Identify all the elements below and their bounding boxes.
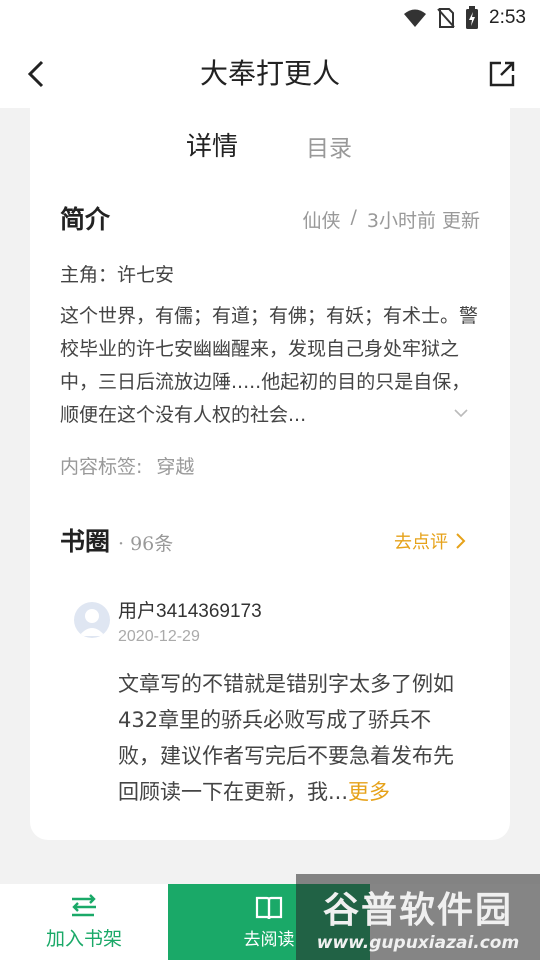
more-link[interactable]: 更多	[348, 780, 390, 804]
watermark: 谷普软件园 www.gupuxiazai.com	[296, 874, 540, 960]
update-time: 3小时前 更新	[366, 210, 480, 232]
tab-catalog[interactable]: 目录	[306, 129, 352, 163]
status-bar: 2:53	[0, 0, 540, 36]
username[interactable]: 用户3414369173	[118, 596, 262, 623]
book-category[interactable]: 仙侠	[302, 206, 340, 233]
review-button[interactable]: 去点评	[394, 528, 466, 554]
post-date: 2020-12-29	[118, 628, 200, 645]
add-shelf-icon	[72, 893, 96, 916]
no-sim-icon	[437, 8, 455, 28]
protagonist: 主角：许七安	[60, 264, 175, 286]
battery-charging-icon	[466, 6, 479, 29]
tag-item[interactable]: 穿越	[156, 452, 194, 479]
tab-details[interactable]: 详情	[186, 126, 238, 163]
watermark-url: www.gupuxiazai.com	[316, 933, 520, 953]
chevron-down-icon[interactable]	[452, 404, 470, 422]
share-icon	[489, 61, 515, 87]
comment-text[interactable]: 文章写的不错就是错别字太多了例如432章里的骄兵必败写成了骄兵不败，建议作者写完…	[118, 666, 470, 810]
intro-title: 简介	[60, 205, 111, 234]
tab-bar: 详情 目录	[30, 126, 510, 166]
synopsis[interactable]: 这个世界，有儒；有道；有佛；有妖；有术士。警校毕业的许七安幽幽醒来，发现自己身处…	[60, 300, 480, 432]
add-to-shelf-button[interactable]: 加入书架	[0, 884, 168, 960]
book-circle-header: 书圈 · 96条	[60, 522, 173, 558]
meta-separator: /	[350, 206, 357, 228]
watermark-logo-text: 谷普软件园	[322, 890, 513, 931]
avatar[interactable]	[74, 602, 110, 638]
comment-body: 文章写的不错就是错别字太多了例如432章里的骄兵必败写成了骄兵不败，建议作者写完…	[118, 672, 454, 804]
book-open-icon	[255, 896, 283, 919]
post-count: · 96条	[118, 533, 174, 555]
chevron-right-icon	[456, 533, 466, 549]
read-label: 去阅读	[243, 929, 295, 950]
app-header: 大奉打更人	[0, 36, 540, 108]
book-detail-card: 详情 目录 简介 仙侠 / 3小时前 更新 主角：许七安 这个世界，有儒；有道；…	[30, 108, 510, 840]
default-avatar-icon	[79, 609, 105, 636]
add-to-shelf-label: 加入书架	[45, 927, 122, 950]
review-label: 去点评	[394, 532, 448, 553]
wifi-icon	[404, 9, 427, 27]
tags-label: 内容标签:	[60, 456, 143, 478]
tags-row: 内容标签: 穿越	[60, 452, 194, 479]
share-button[interactable]	[484, 56, 520, 92]
intro-meta: 仙侠 / 3小时前 更新	[302, 206, 480, 233]
page-title: 大奉打更人	[199, 57, 340, 90]
status-time: 2:53	[489, 7, 526, 28]
book-circle-title: 书圈	[60, 527, 111, 556]
